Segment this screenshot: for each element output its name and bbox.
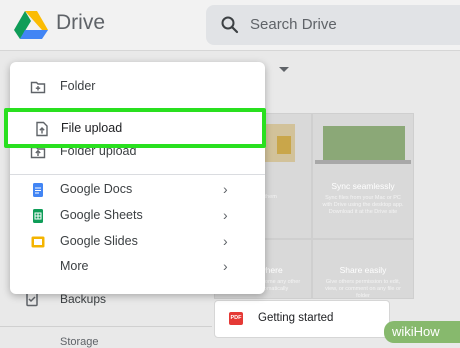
laptop-base — [315, 160, 411, 164]
wikihow-watermark: wikiHow — [384, 321, 460, 343]
card-description: Give others permission to edit, view, or… — [325, 279, 401, 299]
pdf-icon: PDF — [229, 312, 243, 325]
welcome-card-sync: Sync seamlessly Sync files from your Mac… — [312, 113, 414, 239]
search-input[interactable]: Search Drive — [250, 16, 337, 33]
card-title: Sync seamlessly — [331, 181, 395, 191]
menu-item-google-sheets[interactable]: Google Sheets › — [10, 203, 265, 229]
app-header: Drive Search Drive — [0, 0, 460, 51]
menu-item-file-upload[interactable]: File upload — [4, 108, 266, 148]
menu-item-label: File upload — [61, 121, 123, 135]
search-bar[interactable]: Search Drive — [206, 5, 460, 45]
laptop-illustration — [323, 126, 405, 160]
google-docs-icon — [33, 183, 43, 197]
sidebar-divider — [0, 326, 212, 327]
menu-item-folder[interactable]: Folder — [10, 74, 265, 100]
menu-item-label: Google Sheets — [60, 208, 143, 222]
google-sheets-icon — [33, 209, 43, 223]
google-slides-icon — [31, 236, 45, 248]
menu-item-label: Google Slides — [60, 234, 138, 248]
file-item-getting-started[interactable]: PDF Getting started — [214, 300, 390, 338]
chevron-right-icon: › — [223, 207, 228, 223]
sidebar-item-storage[interactable]: Storage — [60, 336, 99, 348]
menu-item-google-docs[interactable]: Google Docs › — [10, 177, 265, 203]
file-upload-icon — [36, 121, 48, 137]
menu-divider — [10, 174, 265, 175]
app-title: Drive — [56, 11, 106, 34]
sidebar-item-label: Backups — [60, 292, 107, 306]
menu-item-label: More — [60, 259, 89, 273]
drive-logo-icon — [14, 11, 48, 39]
folder-plus-icon — [30, 81, 46, 94]
chevron-right-icon: › — [223, 258, 228, 274]
search-icon[interactable] — [220, 15, 240, 35]
menu-item-more[interactable]: More › — [10, 254, 265, 280]
chevron-right-icon: › — [223, 233, 228, 249]
file-name: Getting started — [258, 312, 334, 324]
menu-item-label: Google Docs — [60, 182, 133, 196]
chevron-right-icon: › — [223, 181, 228, 197]
slides-thumb-icon — [277, 136, 291, 154]
welcome-card-share: Share easily Give others permission to e… — [312, 239, 414, 299]
card-title: Share easily — [339, 265, 387, 275]
menu-item-label: Folder — [60, 79, 96, 93]
new-menu: Folder Folder upload Google Docs › Googl… — [10, 62, 265, 294]
menu-item-google-slides[interactable]: Google Slides › — [10, 229, 265, 255]
title-dropdown-icon[interactable] — [279, 67, 289, 72]
card-description: Sync files from your Mac or PC with Driv… — [322, 195, 404, 215]
